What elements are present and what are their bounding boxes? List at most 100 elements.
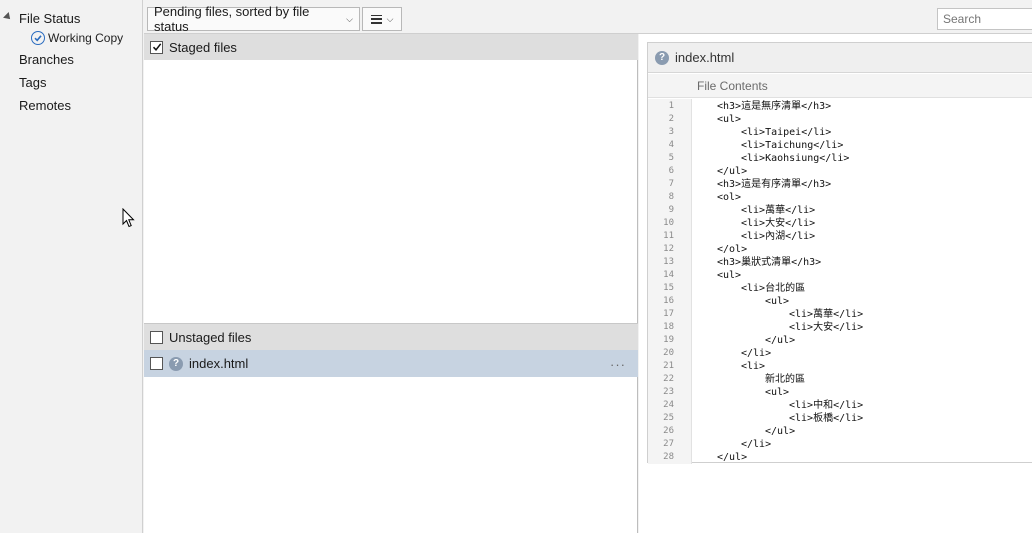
code-line: 11 <li>內湖</li>: [648, 230, 1032, 243]
list-view-icon: [370, 14, 382, 24]
line-number: 14: [663, 270, 674, 280]
line-number: 23: [663, 387, 674, 397]
line-text: <li>內湖</li>: [741, 231, 816, 242]
preview-title-bar: ? index.html: [648, 43, 1032, 73]
code-line: 18 <li>大安</li>: [648, 321, 1032, 334]
line-text: </ul>: [765, 335, 796, 346]
sidebar-item-branches[interactable]: Branches: [19, 52, 74, 67]
line-text: <ol>: [717, 192, 742, 203]
line-number: 11: [663, 231, 674, 241]
mouse-cursor-icon: [122, 208, 135, 228]
sidebar-item-file-status[interactable]: File Status: [19, 11, 80, 26]
line-text: <li>Taichung</li>: [741, 140, 844, 151]
code-line: 27 </li>: [648, 438, 1032, 451]
line-number: 22: [663, 374, 674, 384]
code-line: 20 </li>: [648, 347, 1032, 360]
code-line: 28 </ul>: [648, 451, 1032, 464]
sidebar-item-working-copy[interactable]: Working Copy: [31, 31, 123, 45]
line-number: 17: [663, 309, 674, 319]
search-input[interactable]: [937, 8, 1032, 30]
preview-pane: ? index.html File Contents 1 <h3>這是無序清單</…: [639, 34, 1032, 533]
line-text: <li>中和</li>: [789, 400, 864, 411]
file-list-pane: Staged files Unstaged files ? index.html…: [144, 34, 638, 533]
file-row[interactable]: ? index.html ···: [144, 350, 638, 377]
line-text: <h3>這是無序清單</h3>: [717, 101, 832, 112]
sidebar-item-tags[interactable]: Tags: [19, 75, 46, 90]
line-text: </ul>: [717, 166, 748, 177]
line-text: <li>板橋</li>: [789, 413, 864, 424]
code-line: 3 <li>Taipei</li>: [648, 126, 1032, 139]
code-line: 7 <h3>這是有序清單</h3>: [648, 178, 1032, 191]
code-line: 16 <ul>: [648, 295, 1032, 308]
code-line: 9 <li>萬華</li>: [648, 204, 1032, 217]
line-text: </li>: [741, 348, 772, 359]
line-text: </li>: [741, 439, 772, 450]
code-line: 1 <h3>這是無序清單</h3>: [648, 100, 1032, 113]
code-line: 8 <ol>: [648, 191, 1032, 204]
expand-arrow-icon[interactable]: [3, 12, 13, 22]
question-icon: ?: [655, 50, 669, 65]
preview-subheader: File Contents: [648, 74, 1032, 98]
file-name: index.html: [189, 356, 249, 371]
code-line: 15 <li>台北的區: [648, 282, 1032, 295]
line-number: 28: [663, 452, 674, 462]
staged-files-header[interactable]: Staged files: [144, 34, 638, 60]
code-line: 26 </ul>: [648, 425, 1032, 438]
code-line: 4 <li>Taichung</li>: [648, 139, 1032, 152]
sidebar-item-label: Working Copy: [48, 31, 124, 45]
line-number: 10: [663, 218, 674, 228]
line-number: 21: [663, 361, 674, 371]
line-number: 5: [668, 153, 674, 163]
line-text: <ul>: [765, 296, 790, 307]
code-line: 25 <li>板橋</li>: [648, 412, 1032, 425]
file-checkbox[interactable]: [150, 357, 163, 370]
code-line: 21 <li>: [648, 360, 1032, 373]
code-view[interactable]: 1 <h3>這是無序清單</h3> 2 <ul> 3 <li>Taipei</li> 4 <l…: [648, 99, 1032, 464]
line-text: <ul>: [717, 114, 742, 125]
line-number: 16: [663, 296, 674, 306]
line-number: 18: [663, 322, 674, 332]
sort-dropdown-label: Pending files, sorted by file status: [154, 4, 310, 34]
preview-subheader-label: File Contents: [697, 79, 768, 93]
line-number: 27: [663, 439, 674, 449]
line-text: <ul>: [765, 387, 790, 398]
more-options-icon[interactable]: ···: [610, 357, 626, 372]
line-number: 19: [663, 335, 674, 345]
line-text: <li>大安</li>: [789, 322, 864, 333]
code-line: 2 <ul>: [648, 113, 1032, 126]
line-number: 12: [663, 244, 674, 254]
line-number: 1: [668, 101, 674, 111]
code-line: 19 </ul>: [648, 334, 1032, 347]
unstaged-checkbox[interactable]: [150, 330, 163, 344]
line-number: 20: [663, 348, 674, 358]
line-text: 新北的區: [765, 374, 805, 385]
line-text: <li>Kaohsiung</li>: [741, 153, 850, 164]
check-circle-icon: [31, 31, 45, 45]
toolbar: Pending files, sorted by file status ⌵ ⌵: [144, 0, 1032, 34]
line-number: 26: [663, 426, 674, 436]
line-number: 6: [668, 166, 674, 176]
code-line: 17 <li>萬華</li>: [648, 308, 1032, 321]
line-text: <h3>這是有序清單</h3>: [717, 179, 832, 190]
line-number: 15: [663, 283, 674, 293]
line-text: <li>萬華</li>: [741, 205, 816, 216]
staged-checkbox[interactable]: [150, 40, 163, 54]
view-mode-button[interactable]: ⌵: [362, 7, 402, 31]
staged-files-label: Staged files: [169, 39, 237, 55]
line-text: <li>大安</li>: [741, 218, 816, 229]
sidebar-item-remotes[interactable]: Remotes: [19, 98, 71, 113]
code-line: 24 <li>中和</li>: [648, 399, 1032, 412]
chevron-down-icon: ⌵: [386, 13, 394, 24]
unstaged-files-label: Unstaged files: [169, 329, 252, 345]
line-text: <li>台北的區: [741, 283, 806, 294]
line-text: </ul>: [717, 452, 748, 463]
unstaged-files-header[interactable]: Unstaged files: [144, 324, 638, 350]
code-line: 22 新北的區: [648, 373, 1032, 386]
code-line: 14 <ul>: [648, 269, 1032, 282]
code-line: 10 <li>大安</li>: [648, 217, 1032, 230]
line-number: 13: [663, 257, 674, 267]
sort-dropdown[interactable]: Pending files, sorted by file status ⌵: [147, 4, 360, 34]
line-text: </ol>: [717, 244, 748, 255]
line-number: 9: [668, 205, 674, 215]
line-number: 4: [668, 140, 674, 150]
